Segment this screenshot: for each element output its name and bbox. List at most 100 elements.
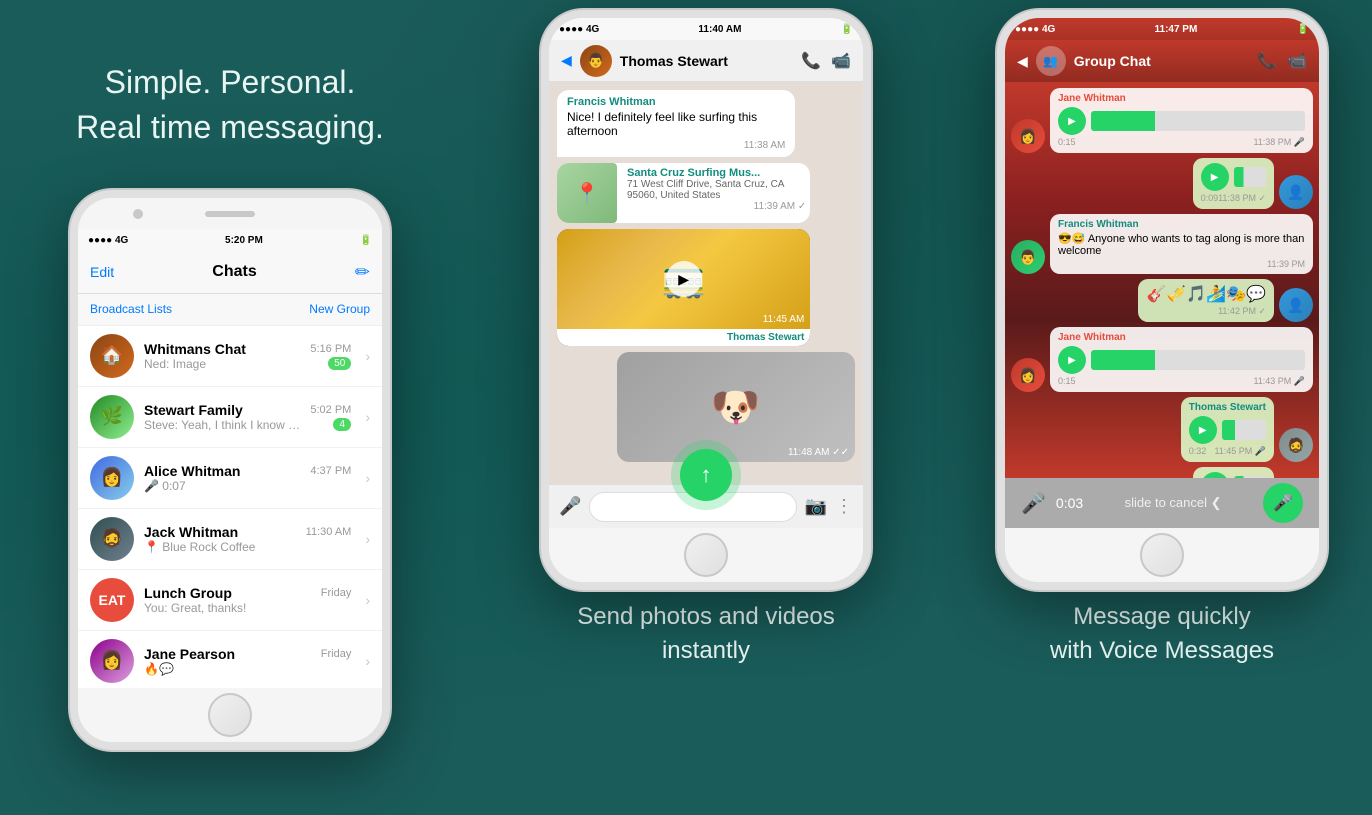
- video-time: 11:45 AM: [763, 314, 805, 325]
- video-icon-right[interactable]: 📹: [1287, 51, 1307, 71]
- chevron-icon: ›: [365, 653, 370, 669]
- home-button-right[interactable]: [1140, 533, 1184, 577]
- right-section: ●●●● 4G 11:47 PM 🔋 ◀ 👥 Group Chat 📞 📹 👩: [952, 0, 1372, 815]
- voice-bubble-out2: ▶ 0:18 11:47 PM ✓: [1193, 467, 1274, 478]
- tagline: Simple. Personal. Real time messaging.: [76, 60, 384, 150]
- voice-bubble-emoji: 🎸🎺🎵🏄🎭💬 11:42 PM ✓: [1138, 279, 1274, 322]
- play-btn[interactable]: ▶: [1058, 107, 1086, 135]
- map-time: 11:39 AM ✓: [627, 201, 806, 212]
- mic-icon[interactable]: 🎤: [559, 496, 581, 517]
- send-btn-inner[interactable]: ↑: [680, 449, 732, 501]
- voice-time-francis: 11:39 PM: [1058, 259, 1305, 269]
- voice-chat-name: Group Chat: [1074, 53, 1249, 69]
- message-francis: Francis Whitman Nice! I definitely feel …: [557, 90, 795, 157]
- chevron-icon: ›: [365, 348, 370, 364]
- chat-name: Stewart Family: [144, 402, 243, 418]
- voice-row-thomas1: ▶: [1189, 416, 1266, 444]
- chat-item-whitmans[interactable]: 🏠 Whitmans Chat 5:16 PM Ned: Image 50 ›: [78, 326, 382, 387]
- voice-time: 11:38 PM ✓: [1218, 193, 1266, 204]
- chats-title: Chats: [212, 263, 256, 281]
- chat-item-jack[interactable]: 🧔 Jack Whitman 11:30 AM 📍 Blue Rock Coff…: [78, 509, 382, 570]
- compose-button[interactable]: ✏: [355, 262, 370, 283]
- header-icons-right: 📞 📹: [1257, 51, 1307, 71]
- voice-mic-button[interactable]: 🎤: [1263, 483, 1303, 523]
- chat-preview: You: Great, thanks!: [144, 601, 246, 615]
- time-right: 11:47 PM: [1155, 24, 1198, 35]
- chat-time: Friday: [321, 648, 352, 660]
- camera-icon[interactable]: 📷: [805, 496, 827, 517]
- voice-duration: 0:09: [1201, 193, 1219, 204]
- chevron-icon: ›: [365, 531, 370, 547]
- broadcast-lists[interactable]: Broadcast Lists: [90, 302, 172, 316]
- meta-thomas1: 0:32 11:45 PM 🎤: [1189, 446, 1266, 457]
- call-icon-right[interactable]: 📞: [1257, 51, 1277, 71]
- play-btn2[interactable]: ▶: [1058, 346, 1086, 374]
- avatar-out2: 👤: [1279, 288, 1313, 322]
- play-btn[interactable]: ▶: [1201, 163, 1229, 191]
- voice-bubble-jane1: Jane Whitman ▶ 0:15 11:38 PM 🎤: [1050, 88, 1313, 153]
- voice-msg-emoji: 🎸🎺🎵🏄🎭💬 11:42 PM ✓ 👤: [1011, 279, 1313, 322]
- voice-meta2: 0:15 11:43 PM 🎤: [1058, 376, 1305, 387]
- map-addr: 71 West Cliff Drive, Santa Cruz, CA 9506…: [627, 179, 806, 201]
- avatar-out: 👤: [1279, 175, 1313, 209]
- edit-button[interactable]: Edit: [90, 264, 114, 280]
- voice-sender-jane: Jane Whitman: [1058, 93, 1305, 104]
- map-title: Santa Cruz Surfing Mus...: [627, 167, 806, 179]
- chat-badge: 4: [333, 418, 351, 431]
- voice-bubble-jane2: Jane Whitman ▶ 0:15 11:43 PM 🎤: [1050, 327, 1313, 392]
- voice-msg-jane1: 👩 Jane Whitman ▶ 0:15 11:38 PM 🎤: [1011, 88, 1313, 153]
- avatar-stewart: 🌿: [90, 395, 134, 439]
- home-button[interactable]: [208, 693, 252, 737]
- chat-item-jane[interactable]: 👩 Jane Pearson Friday 🔥💬 ›: [78, 631, 382, 688]
- chat-item-alice[interactable]: 👩 Alice Whitman 4:37 PM 🎤 0:07 ›: [78, 448, 382, 509]
- right-caption: Message quickly with Voice Messages: [1050, 600, 1274, 667]
- voice-chat-header: ◀ 👥 Group Chat 📞 📹: [1005, 40, 1319, 82]
- waveform: [1234, 167, 1266, 187]
- back-btn-right[interactable]: ◀: [1017, 53, 1028, 70]
- attach-icon[interactable]: ⋮: [835, 496, 853, 517]
- chats-nav: Edit Chats ✏: [78, 252, 382, 294]
- chat-messages: Francis Whitman Nice! I definitely feel …: [549, 82, 863, 484]
- chevron-icon: ›: [365, 470, 370, 486]
- time: 5:20 PM: [225, 235, 263, 246]
- call-icon[interactable]: 📞: [801, 51, 821, 71]
- avatar-alice: 👩: [90, 456, 134, 500]
- home-button-mid[interactable]: [684, 533, 728, 577]
- chat-name: Jack Whitman: [144, 524, 238, 540]
- waveform: [1091, 111, 1305, 131]
- play-button[interactable]: ▶: [666, 261, 702, 297]
- battery: 🔋: [360, 235, 372, 246]
- voice-row2: ▶: [1058, 346, 1305, 374]
- voice-text: 😎😅 Anyone who wants to tag along is more…: [1058, 232, 1305, 257]
- chat-info: Jane Pearson Friday 🔥💬: [144, 646, 351, 676]
- voice-meta: 0:15 11:38 PM 🎤: [1058, 137, 1305, 148]
- chat-item-stewart[interactable]: 🌿 Stewart Family 5:02 PM Steve: Yeah, I …: [78, 387, 382, 448]
- chat-item-lunch[interactable]: EAT Lunch Group Friday You: Great, thank…: [78, 570, 382, 631]
- home-btn-row-right: [1005, 528, 1319, 582]
- home-btn-row: [78, 688, 382, 742]
- new-group[interactable]: New Group: [309, 302, 370, 316]
- message-map: 📍 Santa Cruz Surfing Mus... 71 West Clif…: [557, 163, 810, 223]
- avatar-jack: 🧔: [90, 517, 134, 561]
- chat-preview: 🔥💬: [144, 662, 174, 676]
- home-btn-row-mid: [549, 528, 863, 582]
- status-bar-right: ●●●● 4G 11:47 PM 🔋: [1005, 18, 1319, 40]
- voice-msg-francis: 👨 Francis Whitman 😎😅 Anyone who wants to…: [1011, 214, 1313, 274]
- voice-messages: 👩 Jane Whitman ▶ 0:15 11:38 PM 🎤: [1005, 82, 1319, 478]
- voice-msg-out2: ▶ 0:18 11:47 PM ✓ 👤: [1011, 467, 1313, 478]
- back-button[interactable]: ◀: [561, 52, 572, 69]
- avatar-jane: 👩: [90, 639, 134, 683]
- chat-preview: 🎤 0:07: [144, 479, 186, 493]
- voice-bubble-thomas1: Thomas Stewart ▶ 0:32 11:45 PM 🎤: [1181, 397, 1274, 462]
- chat-name: Whitmans Chat: [144, 341, 246, 357]
- speaker: [205, 211, 255, 217]
- play-btn-thomas1[interactable]: ▶: [1189, 416, 1217, 444]
- send-btn-outer[interactable]: ↑: [671, 440, 741, 510]
- sender-jane2: Jane Whitman: [1058, 332, 1305, 343]
- avatar-jane2: 👩: [1011, 358, 1045, 392]
- status-bar-mid: ●●●● 4G 11:40 AM 🔋: [549, 18, 863, 40]
- battery-mid: 🔋: [841, 24, 853, 35]
- video-icon[interactable]: 📹: [831, 51, 851, 71]
- avatar-header-right: 👥: [1036, 46, 1066, 76]
- chat-time: Friday: [321, 587, 352, 599]
